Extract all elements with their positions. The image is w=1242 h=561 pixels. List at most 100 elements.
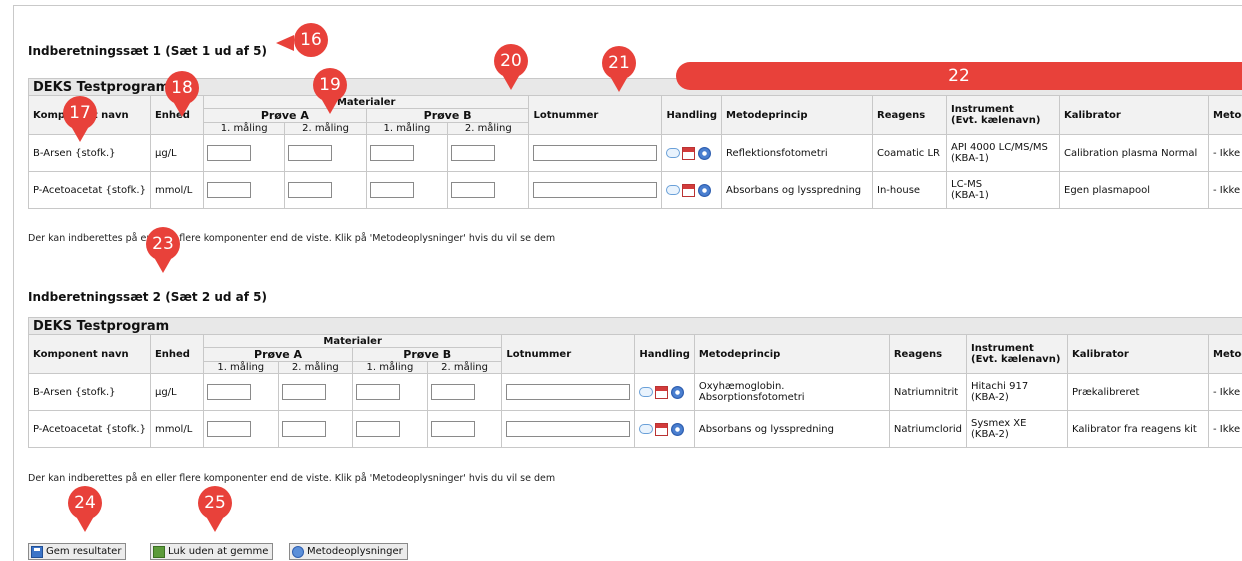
calendar-icon[interactable] [655,386,668,399]
callout-18: 18 [165,71,199,105]
set1-table: DEKS Testprogram Komponent navn Enhed Ma… [28,78,1242,209]
table-row: P-Acetoacetat {stofk.} mmol/L Absorbans … [29,411,1242,448]
set1-note: Der kan indberettes på en eller flere ko… [28,233,555,244]
col-a-measurement-2: 2. måling [278,362,353,374]
sample-a-measurement-2-input[interactable] [282,384,326,400]
sample-b-measurement-1-input[interactable] [370,182,414,198]
info-icon [292,546,304,558]
comment-icon[interactable] [639,386,652,399]
sample-b-measurement-2-input[interactable] [451,182,495,198]
sample-a-measurement-1-input[interactable] [207,384,251,400]
calendar-icon[interactable] [655,423,668,436]
col-materials: Materialer [203,335,501,348]
col-component: Komponent navn [29,335,151,374]
col-methodgroup: Metodegruppe [1209,335,1242,374]
lot-number-input[interactable] [506,384,630,400]
unit: µg/L [150,374,203,411]
comment-icon[interactable] [666,147,679,160]
lot-number-input[interactable] [533,145,657,161]
close-without-saving-label: Luk uden at gemme [168,546,268,557]
col-instrument: Instrument (Evt. kælenavn) [947,96,1060,135]
col-lot: Lotnummer [529,96,662,135]
close-without-saving-button[interactable]: Luk uden at gemme [150,543,273,560]
col-a-measurement-1: 1. måling [203,362,278,374]
instrument-line1: API 4000 LC/MS/MS [951,142,1055,153]
comment-icon[interactable] [639,423,652,436]
set2-heading: Indberetningssæt 2 (Sæt 2 ud af 5) [28,290,267,304]
callout-23: 23 [146,227,180,261]
unit: mmol/L [150,411,203,448]
method-principle: Reflektionsfotometri [722,135,873,172]
save-icon [31,546,43,558]
set2-note: Der kan indberettes på en eller flere ko… [28,473,555,484]
gear-icon[interactable] [671,386,684,399]
lot-number-input[interactable] [506,421,630,437]
col-b-measurement-1: 1. måling [366,123,447,135]
callout-21: 21 [602,46,636,80]
col-instrument: Instrument (Evt. kælenavn) [967,335,1068,374]
method-group: - Ikke oprettet end [1209,172,1242,209]
instrument-line2: (KBA-2) [971,392,1063,403]
callout-17-pointer [72,128,88,142]
component-name: B-Arsen {stofk.} [29,374,151,411]
method-group: - Ikke oprettet end [1209,135,1242,172]
gear-icon[interactable] [671,423,684,436]
col-instrument-line2: (Evt. kælenavn) [971,354,1063,365]
sample-a-measurement-2-input[interactable] [288,182,332,198]
col-materials: Materialer [203,96,529,109]
col-instrument-line1: Instrument [951,104,1055,115]
comment-icon[interactable] [666,184,679,197]
table-row: B-Arsen {stofk.} µg/L Oxyhæmoglobin. Abs… [29,374,1242,411]
sample-b-measurement-2-input[interactable] [431,384,475,400]
callout-19-pointer [322,100,338,114]
instrument: Hitachi 917 (KBA-2) [967,374,1068,411]
close-icon [153,546,165,558]
calibrator: Egen plasmapool [1060,172,1209,209]
sample-a-measurement-1-input[interactable] [207,145,251,161]
sample-a-measurement-2-input[interactable] [288,145,332,161]
col-methodgroup: Metodegruppe [1209,96,1242,135]
col-lot: Lotnummer [502,335,635,374]
col-reagent: Reagens [889,335,966,374]
sample-b-measurement-1-input[interactable] [356,384,400,400]
calendar-icon[interactable] [682,147,695,160]
reagent: In-house [873,172,947,209]
reagent: Natriumnitrit [889,374,966,411]
set2-table: DEKS Testprogram Komponent navn Enhed Ma… [28,317,1242,448]
col-instrument-line2: (Evt. kælenavn) [951,115,1055,126]
method-principle-line1: Oxyhæmoglobin. [699,381,885,392]
instrument-line2: (KBA-1) [951,153,1055,164]
col-action: Handling [662,96,722,135]
col-b-measurement-1: 1. måling [353,362,428,374]
sample-a-measurement-1-input[interactable] [207,421,251,437]
col-calibrator: Kalibrator [1060,96,1209,135]
method-info-button[interactable]: Metodeoplysninger [289,543,408,560]
unit: mmol/L [150,172,203,209]
sample-b-measurement-2-input[interactable] [431,421,475,437]
method-group: - Ikke opret [1209,374,1242,411]
col-b-measurement-2: 2. måling [427,362,502,374]
sample-b-measurement-1-input[interactable] [370,145,414,161]
gear-icon[interactable] [698,184,711,197]
sample-b-measurement-1-input[interactable] [356,421,400,437]
col-principle: Metodeprincip [694,335,889,374]
instrument-line2: (KBA-2) [971,429,1063,440]
callout-24: 24 [68,486,102,520]
component-name: B-Arsen {stofk.} [29,135,151,172]
gear-icon[interactable] [698,147,711,160]
instrument-line1: Hitachi 917 [971,381,1063,392]
col-action: Handling [635,335,695,374]
save-results-button[interactable]: Gem resultater [28,543,126,560]
set2-program-title: DEKS Testprogram [29,318,1242,335]
instrument-line1: Sysmex XE [971,418,1063,429]
table-row: B-Arsen {stofk.} µg/L Reflektionsfotomet… [29,135,1242,172]
calibrator: Prækalibreret [1068,374,1209,411]
sample-b-measurement-2-input[interactable] [451,145,495,161]
set1-heading: Indberetningssæt 1 (Sæt 1 ud af 5) [28,44,267,58]
sample-a-measurement-2-input[interactable] [282,421,326,437]
calendar-icon[interactable] [682,184,695,197]
table-row: P-Acetoacetat {stofk.} mmol/L Absorbans … [29,172,1242,209]
sample-a-measurement-1-input[interactable] [207,182,251,198]
lot-number-input[interactable] [533,182,657,198]
instrument-line1: LC-MS [951,179,1055,190]
